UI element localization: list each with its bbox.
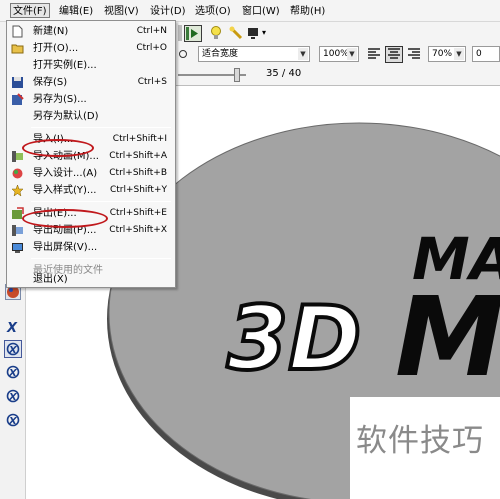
rotate-ccw-icon: X (6, 342, 20, 356)
menu-options[interactable]: 选项(O) (193, 4, 233, 19)
menu-design[interactable]: 设计(D) (148, 4, 188, 19)
svg-text:X: X (6, 321, 18, 335)
toggle-icon[interactable] (179, 47, 187, 61)
svg-text:X: X (8, 392, 18, 403)
display-mode-button[interactable] (246, 25, 262, 41)
align-center-button[interactable] (385, 46, 403, 63)
toolbar-main: ▾ (176, 22, 500, 46)
frame-slider-thumb[interactable] (234, 68, 240, 82)
toolbar-timeline: 35 / 40 (176, 64, 500, 86)
menu-item-recent-files: 最近使用的文件 (33, 265, 103, 276)
align-right-icon (408, 48, 420, 59)
toolbar-handle (178, 25, 182, 41)
chevron-down-icon: ▼ (454, 48, 464, 60)
menu-item-save-as[interactable]: 另存为(S)... (7, 91, 175, 108)
menu-item-exit[interactable]: 退出(X) (7, 271, 175, 288)
new-file-icon (11, 25, 24, 38)
svg-text:X: X (8, 345, 18, 356)
logo-text-3d: 3D (227, 287, 361, 390)
open-folder-icon (11, 42, 24, 55)
rotate-reset-button[interactable]: X (5, 412, 21, 428)
menu-item-save-as-default[interactable]: 另存为默认(D) (7, 108, 175, 125)
svg-text:X: X (8, 416, 18, 427)
menu-item-save[interactable]: 保存(S) Ctrl+S (7, 74, 175, 91)
menu-separator (31, 201, 171, 202)
lighting-icon (229, 26, 243, 40)
chevron-down-icon: ▼ (298, 48, 308, 60)
menu-view[interactable]: 视图(V) (102, 4, 141, 19)
rotate-free-button[interactable]: X (5, 388, 21, 404)
svg-text:X: X (8, 368, 18, 379)
film-play-icon (186, 27, 198, 40)
design-import-icon (11, 167, 24, 180)
menu-help[interactable]: 帮助(H) (288, 4, 327, 19)
menu-separator (31, 127, 171, 128)
chevron-down-icon[interactable]: ▾ (262, 28, 266, 37)
film-export-icon (11, 224, 24, 237)
chevron-down-icon: ▼ (347, 48, 357, 60)
save-disk-icon (11, 76, 24, 89)
rotate-free-icon: X (6, 389, 20, 403)
highlight-export-animation (22, 209, 108, 228)
x-axis-icon: X (6, 321, 18, 336)
align-left-button[interactable] (366, 47, 382, 63)
highlight-import-animation (22, 139, 94, 157)
fit-zoom-select[interactable]: 适合宽度 ▼ (198, 46, 310, 62)
letter-spacing-select[interactable]: 70% ▼ (428, 46, 466, 62)
extra-value-select[interactable]: 0 (472, 46, 500, 62)
logo-text-m: M (395, 273, 500, 401)
menu-bar: 文件(F) 编辑(E) 视图(V) 设计(D) 选项(O) 窗口(W) 帮助(H… (0, 0, 500, 22)
menu-item-import-design[interactable]: 导入设计...(A) Ctrl+Shift+B (7, 165, 175, 182)
rotate-cw-icon: X (6, 365, 20, 379)
menu-window[interactable]: 窗口(W) (240, 4, 282, 19)
save-as-icon (11, 93, 24, 106)
style-import-icon (11, 184, 24, 197)
rotate-reset-icon: X (6, 413, 20, 427)
menu-item-open[interactable]: 打开(O)... Ctrl+O (7, 40, 175, 57)
menu-edit[interactable]: 编辑(E) (57, 4, 95, 19)
monitor-icon (248, 28, 258, 39)
menu-item-new[interactable]: 新建(N) Ctrl+N (7, 23, 175, 40)
lightbulb-button[interactable] (208, 25, 224, 41)
menu-item-import-style[interactable]: 导入样式(Y)... Ctrl+Shift+Y (7, 182, 175, 199)
film-import-icon (11, 150, 24, 163)
watermark: 软件技巧 (350, 397, 500, 499)
align-left-icon (368, 48, 380, 59)
frame-counter: 35 / 40 (266, 68, 302, 79)
play-animation-button[interactable] (184, 25, 202, 42)
rotate-y-button[interactable]: X (4, 340, 22, 358)
zoom-percent-select[interactable]: 100% ▼ (319, 46, 359, 62)
menu-item-open-example[interactable]: 打开实例(E)... (7, 57, 175, 74)
align-right-button[interactable] (406, 47, 422, 63)
rotate-z-button[interactable]: X (5, 364, 21, 380)
align-center-icon (388, 48, 400, 59)
rotate-x-button[interactable]: X (5, 319, 21, 336)
lightbulb-icon (211, 26, 221, 39)
lighting-button[interactable] (228, 25, 244, 41)
menu-file[interactable]: 文件(F) (10, 3, 50, 18)
